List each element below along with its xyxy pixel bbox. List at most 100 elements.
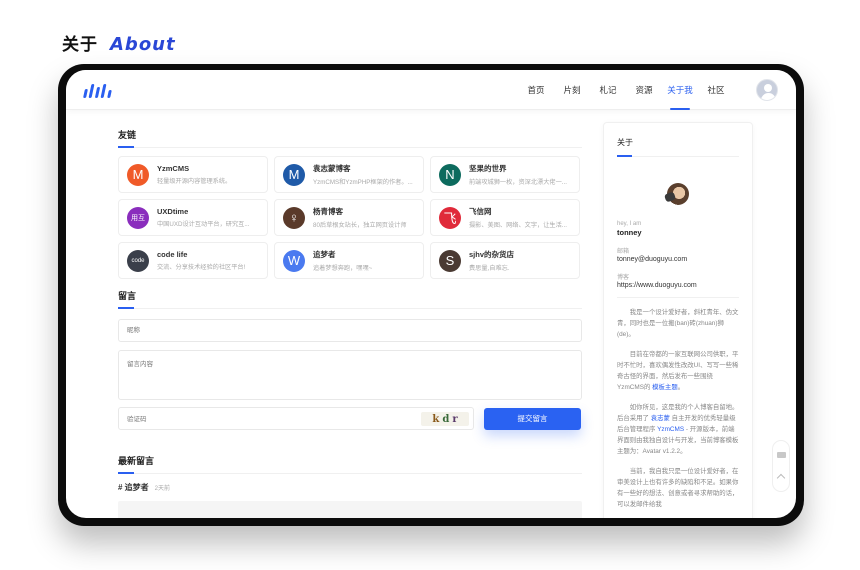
- nav-item-home[interactable]: 首页: [518, 70, 554, 110]
- email-value[interactable]: tonney@duoguyu.com: [617, 256, 739, 263]
- nav-item-community[interactable]: 社区: [698, 70, 734, 110]
- friend-link-text: 坚果的世界前端攻城狮一枚，资深北漂大佬一...: [469, 163, 571, 186]
- friend-link-name[interactable]: 追梦者: [313, 249, 415, 260]
- friend-link-desc: 80后草根女站长，独立网页设计师: [313, 222, 407, 229]
- friend-link-logo-icon: ♀: [283, 206, 305, 229]
- friend-link-card[interactable]: W 追梦者 追着梦想奔跑，嘿嘿~: [274, 242, 424, 279]
- author-name: tonney: [617, 228, 642, 237]
- bio-paragraph: 目前在帝都的一家互联网公司供职，平时不忙时，喜欢偶发性改改UI、写写一些稀奇古怪…: [617, 349, 739, 393]
- friend-link-text: sjhv的杂货店费思量,自难忘.: [469, 249, 571, 272]
- sidebar-divider: [617, 297, 739, 298]
- blog-label: 博客: [617, 275, 630, 281]
- friend-link-logo-icon: 飞: [439, 206, 461, 229]
- friend-link-name[interactable]: sjhv的杂货店: [469, 249, 571, 260]
- user-silhouette-icon: [764, 84, 772, 92]
- floating-toolbar: [772, 440, 790, 492]
- captcha-input[interactable]: [119, 409, 409, 430]
- friend-link-desc: 交流、分享技术经验的社区平台!: [157, 264, 246, 271]
- page-heading-zh: 关于: [62, 35, 98, 54]
- logo-icon[interactable]: [82, 82, 114, 98]
- page-heading: 关于 About: [62, 30, 176, 55]
- friend-link-card[interactable]: M YzmCMS 轻量级开源内容管理系统。: [118, 156, 268, 193]
- friend-link-name[interactable]: 飞信网: [469, 206, 571, 217]
- friend-link-text: 袁志蒙博客 YzmCMS和YzmPHP框架的作者。...: [313, 163, 415, 186]
- friend-link-text: 追梦者追着梦想奔跑，嘿嘿~: [313, 249, 415, 272]
- friend-links-title: 友链: [118, 128, 582, 148]
- friend-link-desc: 前端攻城狮一枚，资深北漂大佬一...: [469, 179, 567, 186]
- friend-link-card[interactable]: M 袁志蒙博客 YzmCMS和YzmPHP框架的作者。...: [274, 156, 424, 193]
- captcha-char: k: [432, 413, 440, 425]
- friend-link-logo-icon: 用互: [127, 206, 149, 229]
- friend-link-desc: 追着梦想奔跑，嘿嘿~: [313, 265, 373, 272]
- blog-url[interactable]: https://www.duoguyu.com: [617, 282, 739, 289]
- latest-messages: 最新留言 # 追梦者 2天前: [118, 454, 582, 518]
- author-avatar: [667, 183, 689, 205]
- page-heading-en: About: [110, 34, 176, 55]
- sidebar-title: 关于: [617, 137, 739, 157]
- about-sidebar: 关于 hey, I am tonney 邮箱 tonney@duoguyu.co…: [603, 122, 753, 518]
- friend-link-name[interactable]: UXDtime: [157, 207, 259, 216]
- message-form: 留言 k d r 提交留言: [118, 289, 582, 430]
- friend-link-desc: 费思量,自难忘.: [469, 265, 510, 272]
- friend-link-card[interactable]: ♀ 杨青博客 80后草根女站长，独立网页设计师: [274, 199, 424, 236]
- nav-item-moments[interactable]: 片刻: [554, 70, 590, 110]
- browser-screen: 首页 片刻 札记 资源 关于我 社区 友链 M YzmCMS 轻量级开源内容管理系统…: [66, 70, 796, 518]
- friend-link-text: YzmCMS 轻量级开源内容管理系统。: [157, 164, 259, 185]
- bio-paragraph: 我是一个设计爱好者，斜杠青年、伪文青，同时也是一位搬(ban)砖(zhuan)狮…: [617, 309, 739, 338]
- user-avatar[interactable]: [756, 79, 778, 101]
- friend-link-desc: 轻量级开源内容管理系统。: [157, 178, 232, 185]
- friend-link-logo-icon: M: [283, 163, 305, 186]
- friend-link-logo-icon: code: [127, 249, 149, 272]
- yzmcms-link[interactable]: YzmCMS: [657, 426, 684, 433]
- comment-time: 2天前: [154, 486, 171, 492]
- bio-text: 。: [677, 384, 685, 391]
- friend-link-logo-icon: N: [439, 163, 461, 186]
- author-link[interactable]: 袁志蒙: [651, 415, 670, 422]
- submit-message-button[interactable]: 提交留言: [484, 407, 581, 430]
- friend-link-card[interactable]: code code life 交流、分享技术经验的社区平台!: [118, 242, 268, 279]
- nickname-input[interactable]: [118, 319, 582, 342]
- friend-links-grid: M YzmCMS 轻量级开源内容管理系统。 M 袁志蒙博客 YzmCMS和YzmPHP框架…: [118, 156, 582, 279]
- message-title: 留言: [118, 289, 582, 309]
- friend-link-text: 杨青博客 80后草根女站长，独立网页设计师: [313, 206, 415, 229]
- top-navigation-bar: 首页 片刻 札记 资源 关于我 社区: [66, 70, 796, 110]
- nav-item-notes[interactable]: 札记: [590, 70, 626, 110]
- friend-link-name[interactable]: 袁志蒙博客: [313, 163, 415, 174]
- friend-link-name[interactable]: 坚果的世界: [469, 163, 571, 174]
- friend-link-desc: YzmCMS和YzmPHP框架的作者。...: [313, 179, 413, 186]
- captcha-char: r: [452, 413, 458, 425]
- email-label: 邮箱: [617, 249, 630, 255]
- friend-link-name[interactable]: YzmCMS: [157, 164, 259, 173]
- friend-link-desc: 中国UXD设计互动平台，研究互...: [157, 221, 250, 228]
- main-nav: 首页 片刻 札记 资源 关于我 社区: [518, 70, 734, 110]
- nav-item-resources[interactable]: 资源: [626, 70, 662, 110]
- device-frame: 首页 片刻 札记 资源 关于我 社区 友链 M YzmCMS 轻量级开源内容管理系统…: [58, 64, 804, 526]
- mail-icon[interactable]: [776, 451, 786, 458]
- friend-link-text: UXDtime 中国UXD设计互动平台，研究互...: [157, 207, 259, 228]
- nav-item-about-me[interactable]: 关于我: [662, 70, 698, 110]
- friend-link-card[interactable]: 用互 UXDtime 中国UXD设计互动平台，研究互...: [118, 199, 268, 236]
- bio-paragraph: 如你所见，这是我的个人博客自留地。后台采用了 袁志蒙 自主开发的优秀轻量级后台管…: [617, 402, 739, 457]
- author-bio: 我是一个设计爱好者，斜杠青年、伪文青，同时也是一位搬(ban)砖(zhuan)狮…: [617, 307, 739, 510]
- latest-messages-title: 最新留言: [118, 454, 582, 474]
- friend-link-text: 飞信网 摄影、美图、网络、文字，让生活...: [469, 206, 571, 229]
- comment-author[interactable]: # 追梦者: [118, 482, 149, 493]
- captcha-char: d: [442, 413, 450, 425]
- friend-link-card[interactable]: 飞飞信网 摄影、美图、网络、文字，让生活...: [430, 199, 580, 236]
- friend-link-logo-icon: M: [127, 163, 149, 186]
- comment-meta: # 追梦者 2天前: [118, 482, 582, 493]
- main-content: 友链 M YzmCMS 轻量级开源内容管理系统。 M 袁志蒙博客 YzmCMS和YzmPH…: [118, 128, 582, 518]
- template-theme-link[interactable]: 模板主题: [652, 384, 678, 391]
- friend-link-card[interactable]: N 坚果的世界前端攻城狮一枚，资深北漂大佬一...: [430, 156, 580, 193]
- friend-link-card[interactable]: Ssjhv的杂货店费思量,自难忘.: [430, 242, 580, 279]
- bio-paragraph: 当前，我自我只是一位设计爱好者，在审美设计上也有许多的缺陷和不足。如果你有一些好…: [617, 468, 739, 508]
- comment-body: [118, 501, 582, 518]
- back-to-top-icon[interactable]: [776, 473, 786, 482]
- captcha-image[interactable]: k d r: [421, 412, 469, 426]
- message-content-textarea[interactable]: [118, 350, 582, 400]
- friend-link-name[interactable]: code life: [157, 250, 259, 259]
- friend-link-name[interactable]: 杨青博客: [313, 206, 415, 217]
- user-silhouette-body: [760, 93, 776, 100]
- greeting: hey, I am: [617, 221, 642, 227]
- friend-link-logo-icon: S: [439, 249, 461, 272]
